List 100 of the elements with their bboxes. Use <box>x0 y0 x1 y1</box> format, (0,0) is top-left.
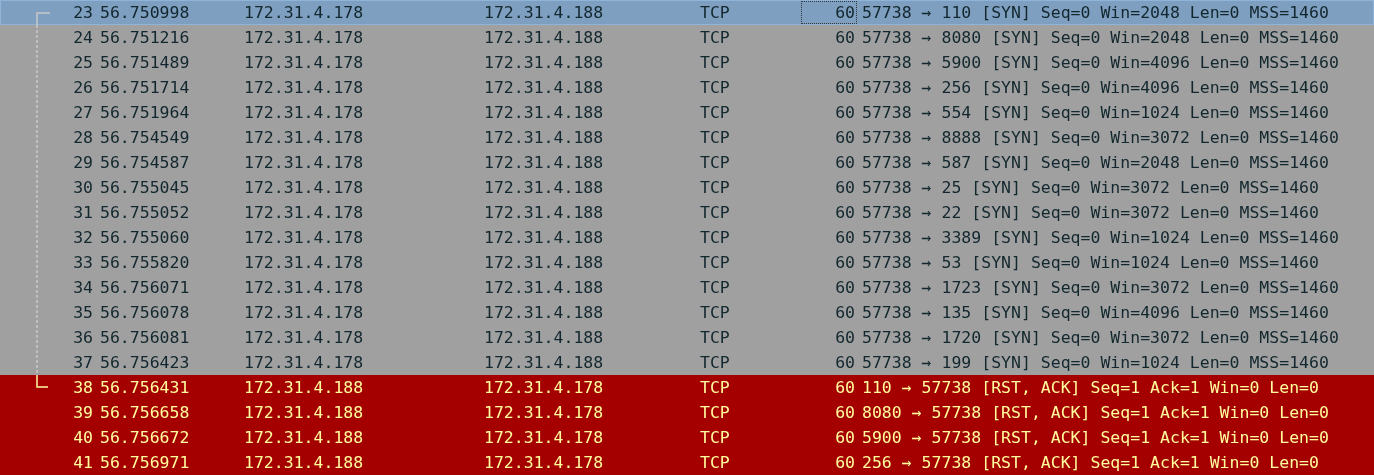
packet-length: 60 <box>834 77 856 99</box>
packet-length: 60 <box>834 227 856 249</box>
source-address: 172.31.4.188 <box>243 452 365 474</box>
destination-address: 172.31.4.188 <box>483 277 605 299</box>
source-address: 172.31.4.178 <box>243 227 365 249</box>
packet-row[interactable]: 25 56.751489 172.31.4.178 172.31.4.188 TCP 60 57738 → 5900 [SYN] Seq=0 Win=4096 Len=0 MSS=1460 <box>0 50 1374 75</box>
packet-row[interactable]: 39 56.756658 172.31.4.188 172.31.4.178 TCP 60 8080 → 57738 [RST, ACK] Seq=1 Ack=1 Win=0 Len=0 <box>0 400 1374 425</box>
destination-address: 172.31.4.188 <box>483 327 605 349</box>
packet-time: 56.756081 <box>99 327 191 349</box>
packet-row[interactable]: 37 56.756423 172.31.4.178 172.31.4.188 TCP 60 57738 → 199 [SYN] Seq=0 Win=1024 Len=0 MSS=1460 <box>0 350 1374 375</box>
packet-row[interactable]: 30 56.755045 172.31.4.178 172.31.4.188 TCP 60 57738 → 25 [SYN] Seq=0 Win=3072 Len=0 MSS=1460 <box>0 175 1374 200</box>
packet-row[interactable]: 29 56.754587 172.31.4.178 172.31.4.188 TCP 60 57738 → 587 [SYN] Seq=0 Win=2048 Len=0 MSS=1460 <box>0 150 1374 175</box>
destination-address: 172.31.4.178 <box>483 452 605 474</box>
packet-info: 57738 → 554 [SYN] Seq=0 Win=1024 Len=0 MSS=1460 <box>861 102 1330 124</box>
destination-address: 172.31.4.188 <box>483 177 605 199</box>
packet-length: 60 <box>834 252 856 274</box>
destination-address: 172.31.4.188 <box>483 202 605 224</box>
packet-number: 28 <box>72 127 94 149</box>
packet-info: 57738 → 1723 [SYN] Seq=0 Win=3072 Len=0 MSS=1460 <box>861 277 1340 299</box>
destination-address: 172.31.4.188 <box>483 227 605 249</box>
packet-info: 57738 → 199 [SYN] Seq=0 Win=1024 Len=0 MSS=1460 <box>861 352 1330 374</box>
destination-address: 172.31.4.188 <box>483 127 605 149</box>
packet-info: 110 → 57738 [RST, ACK] Seq=1 Ack=1 Win=0 Len=0 <box>861 377 1320 399</box>
packet-time: 56.755052 <box>99 202 191 224</box>
packet-info: 57738 → 8080 [SYN] Seq=0 Win=2048 Len=0 MSS=1460 <box>861 27 1340 49</box>
destination-address: 172.31.4.188 <box>483 102 605 124</box>
packet-row[interactable]: 35 56.756078 172.31.4.178 172.31.4.188 TCP 60 57738 → 135 [SYN] Seq=0 Win=4096 Len=0 MSS=1460 <box>0 300 1374 325</box>
packet-length: 60 <box>834 152 856 174</box>
packet-time: 56.754549 <box>99 127 191 149</box>
protocol: TCP <box>699 52 731 74</box>
source-address: 172.31.4.178 <box>243 352 365 374</box>
packet-row[interactable]: 36 56.756081 172.31.4.178 172.31.4.188 TCP 60 57738 → 1720 [SYN] Seq=0 Win=3072 Len=0 MSS=1460 <box>0 325 1374 350</box>
packet-length: 60 <box>834 102 856 124</box>
source-address: 172.31.4.178 <box>243 52 365 74</box>
packet-number: 39 <box>72 402 94 424</box>
protocol: TCP <box>699 452 731 474</box>
source-address: 172.31.4.178 <box>243 302 365 324</box>
packet-number: 31 <box>72 202 94 224</box>
destination-address: 172.31.4.188 <box>483 27 605 49</box>
source-address: 172.31.4.188 <box>243 377 365 399</box>
destination-address: 172.31.4.188 <box>483 52 605 74</box>
packet-time: 56.751714 <box>99 77 191 99</box>
destination-address: 172.31.4.188 <box>483 2 605 24</box>
protocol: TCP <box>699 352 731 374</box>
packet-length: 60 <box>834 452 856 474</box>
packet-row[interactable]: 24 56.751216 172.31.4.178 172.31.4.188 TCP 60 57738 → 8080 [SYN] Seq=0 Win=2048 Len=0 MSS=1460 <box>0 25 1374 50</box>
packet-length: 60 <box>834 277 856 299</box>
packet-number: 27 <box>72 102 94 124</box>
protocol: TCP <box>699 377 731 399</box>
protocol: TCP <box>699 302 731 324</box>
packet-row[interactable]: 32 56.755060 172.31.4.178 172.31.4.188 TCP 60 57738 → 3389 [SYN] Seq=0 Win=1024 Len=0 MSS=1460 <box>0 225 1374 250</box>
packet-info: 256 → 57738 [RST, ACK] Seq=1 Ack=1 Win=0 Len=0 <box>861 452 1320 474</box>
packet-time: 56.751216 <box>99 27 191 49</box>
protocol: TCP <box>699 102 731 124</box>
packet-length: 60 <box>834 202 856 224</box>
packet-row[interactable]: 40 56.756672 172.31.4.188 172.31.4.178 TCP 60 5900 → 57738 [RST, ACK] Seq=1 Ack=1 Win=0 Len=0 <box>0 425 1374 450</box>
source-address: 172.31.4.178 <box>243 252 365 274</box>
packet-time: 56.756071 <box>99 277 191 299</box>
protocol: TCP <box>699 177 731 199</box>
packet-time: 56.755060 <box>99 227 191 249</box>
packet-number: 26 <box>72 77 94 99</box>
packet-number: 24 <box>72 27 94 49</box>
packet-length: 60 <box>834 177 856 199</box>
packet-number: 32 <box>72 227 94 249</box>
source-address: 172.31.4.178 <box>243 277 365 299</box>
destination-address: 172.31.4.178 <box>483 427 605 449</box>
source-address: 172.31.4.178 <box>243 327 365 349</box>
source-address: 172.31.4.178 <box>243 77 365 99</box>
source-address: 172.31.4.188 <box>243 427 365 449</box>
source-address: 172.31.4.178 <box>243 27 365 49</box>
packet-number: 29 <box>72 152 94 174</box>
destination-address: 172.31.4.188 <box>483 302 605 324</box>
packet-info: 57738 → 587 [SYN] Seq=0 Win=2048 Len=0 MSS=1460 <box>861 152 1330 174</box>
packet-number: 40 <box>72 427 94 449</box>
packet-row[interactable]: 27 56.751964 172.31.4.178 172.31.4.188 TCP 60 57738 → 554 [SYN] Seq=0 Win=1024 Len=0 MSS=1460 <box>0 100 1374 125</box>
packet-time: 56.754587 <box>99 152 191 174</box>
packet-row[interactable]: 33 56.755820 172.31.4.178 172.31.4.188 TCP 60 57738 → 53 [SYN] Seq=0 Win=1024 Len=0 MSS=1460 <box>0 250 1374 275</box>
source-address: 172.31.4.178 <box>243 102 365 124</box>
protocol: TCP <box>699 402 731 424</box>
packet-row[interactable]: 41 56.756971 172.31.4.188 172.31.4.178 TCP 60 256 → 57738 [RST, ACK] Seq=1 Ack=1 Win=0 Len=0 <box>0 450 1374 475</box>
packet-row[interactable]: 23 56.750998 172.31.4.178 172.31.4.188 TCP 60 57738 → 110 [SYN] Seq=0 Win=2048 Len=0 MSS=1460 <box>0 0 1374 25</box>
packet-time: 56.755820 <box>99 252 191 274</box>
packet-info: 57738 → 22 [SYN] Seq=0 Win=3072 Len=0 MSS=1460 <box>861 202 1320 224</box>
destination-address: 172.31.4.188 <box>483 352 605 374</box>
packet-row[interactable]: 26 56.751714 172.31.4.178 172.31.4.188 TCP 60 57738 → 256 [SYN] Seq=0 Win=4096 Len=0 MSS=1460 <box>0 75 1374 100</box>
destination-address: 172.31.4.178 <box>483 377 605 399</box>
packet-time: 56.756431 <box>99 377 191 399</box>
packet-length: 60 <box>834 27 856 49</box>
protocol: TCP <box>699 77 731 99</box>
packet-row[interactable]: 38 56.756431 172.31.4.188 172.31.4.178 TCP 60 110 → 57738 [RST, ACK] Seq=1 Ack=1 Win=0 Len=0 <box>0 375 1374 400</box>
protocol: TCP <box>699 127 731 149</box>
packet-row[interactable]: 28 56.754549 172.31.4.178 172.31.4.188 TCP 60 57738 → 8888 [SYN] Seq=0 Win=3072 Len=0 MSS=1460 <box>0 125 1374 150</box>
packet-length: 60 <box>834 302 856 324</box>
packet-row[interactable]: 34 56.756071 172.31.4.178 172.31.4.188 TCP 60 57738 → 1723 [SYN] Seq=0 Win=3072 Len=0 MSS=1460 <box>0 275 1374 300</box>
packet-length: 60 <box>834 327 856 349</box>
packet-length: 60 <box>834 352 856 374</box>
packet-number: 30 <box>72 177 94 199</box>
packet-length: 60 <box>834 427 856 449</box>
packet-row[interactable]: 31 56.755052 172.31.4.178 172.31.4.188 TCP 60 57738 → 22 [SYN] Seq=0 Win=3072 Len=0 MSS=1460 <box>0 200 1374 225</box>
source-address: 172.31.4.178 <box>243 202 365 224</box>
